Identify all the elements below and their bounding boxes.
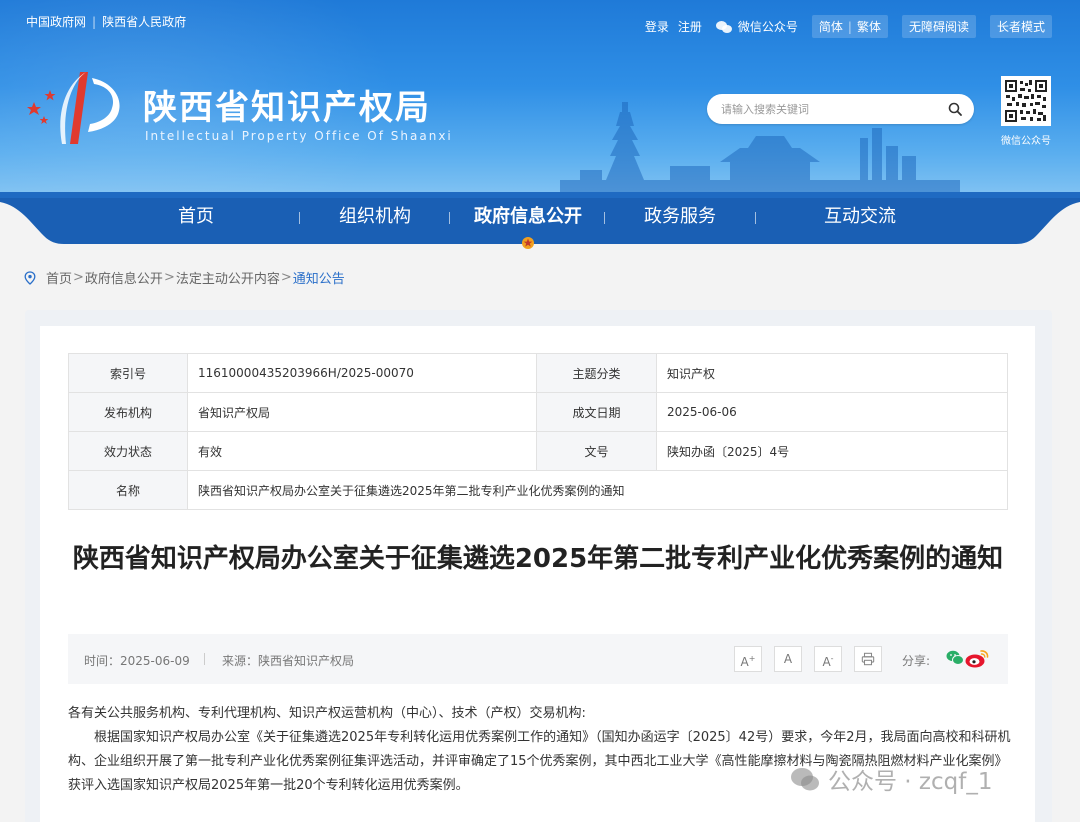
article-info-bar: 时间：2025-06-09 来源：陕西省知识产权局 A+ A A- 分享:: [68, 634, 1008, 684]
breadcrumb-statutory[interactable]: 法定主动公开内容: [176, 268, 280, 287]
site-title[interactable]: 陕西省知识产权局: [143, 80, 431, 129]
breadcrumb: 首页 > 政府信息公开 > 法定主动公开内容 > 通知公告: [24, 268, 345, 287]
date-value: 2025-06-06: [656, 392, 1008, 432]
search-input[interactable]: [721, 100, 931, 118]
topic-value: 知识产权: [656, 353, 1008, 393]
breadcrumb-home[interactable]: 首页: [46, 268, 72, 287]
salutation: 各有关公共服务机构、专利代理机构、知识产权运营机构（中心）、技术（产权）交易机构…: [68, 706, 586, 721]
wechat-watermark-icon: [791, 768, 819, 791]
nav-separator: [449, 212, 450, 224]
elderly-mode-link[interactable]: 长者模式: [989, 15, 1052, 38]
gov-links: 中国政府网 | 陕西省人民政府: [26, 13, 186, 30]
qr-label: 微信公众号: [1001, 136, 1051, 147]
nav-home[interactable]: 首页: [146, 192, 246, 244]
login-link[interactable]: 登录: [645, 18, 669, 35]
article-title: 陕西省知识产权局办公室关于征集遴选2025年第二批专利产业化优秀案例的通知: [72, 544, 1004, 574]
wechat-icon: [715, 20, 732, 33]
docno-label: 文号: [536, 431, 657, 471]
status-value: 有效: [187, 431, 537, 471]
accessible-link[interactable]: 无障碍阅读: [901, 15, 976, 38]
logo-emblem-icon[interactable]: [22, 68, 132, 148]
info-divider: [204, 653, 205, 665]
location-pin-icon: [24, 270, 36, 285]
weibo-share-icon[interactable]: [964, 647, 990, 669]
font-normal-button[interactable]: A: [774, 646, 802, 672]
font-decrease-button[interactable]: A-: [814, 646, 842, 672]
name-value: 陕西省知识产权局办公室关于征集遴选2025年第二批专利产业化优秀案例的通知: [187, 470, 1008, 510]
wechat-share-icon[interactable]: [946, 650, 964, 666]
date-label: 成文日期: [536, 392, 657, 432]
name-label: 名称: [68, 470, 188, 510]
font-decrease-label: A: [822, 655, 831, 669]
nav-organization[interactable]: 组织机构: [320, 192, 430, 244]
font-increase-sign: +: [748, 654, 756, 663]
gov-link-shaanxi[interactable]: 陕西省人民政府: [102, 15, 186, 29]
watermark: 公众号 · zcqf_1: [790, 762, 992, 796]
publisher-label: 发布机构: [68, 392, 188, 432]
nav-separator: [604, 212, 605, 224]
nav-separator: [755, 212, 756, 224]
status-label: 效力状态: [68, 431, 188, 471]
publisher-value: 省知识产权局: [187, 392, 537, 432]
top-bar: 中国政府网 | 陕西省人民政府 登录 注册 微信公众号 简体 | 繁体 无障碍阅读 长者…: [0, 0, 1080, 44]
utility-links: 登录 注册 微信公众号 简体 | 繁体 无障碍阅读 长者模式: [636, 15, 1052, 38]
font-increase-button[interactable]: A+: [734, 646, 762, 672]
index-label: 索引号: [68, 353, 188, 393]
font-decrease-sign: -: [830, 654, 834, 663]
language-switch: 简体 | 繁体: [811, 15, 888, 38]
metadata-table: 索引号 11610000435203966H/2025-00070 主题分类 知…: [68, 353, 1008, 510]
breadcrumb-separator: >: [163, 270, 175, 285]
table-row: 发布机构 省知识产权局 成文日期 2025-06-06: [68, 392, 1008, 432]
site-header: 中国政府网 | 陕西省人民政府 登录 注册 微信公众号 简体 | 繁体 无障碍阅读 长者…: [0, 0, 1080, 192]
wechat-link[interactable]: 微信公众号: [738, 18, 798, 35]
watermark-text: 公众号 · zcqf_1: [828, 769, 993, 795]
print-icon: [861, 652, 875, 666]
print-button[interactable]: [854, 646, 882, 672]
nav-interaction[interactable]: 互动交流: [805, 192, 915, 244]
docno-value: 陕知办函〔2025〕4号: [656, 431, 1008, 471]
active-marker-icon: [522, 237, 534, 249]
table-row: 名称 陕西省知识产权局办公室关于征集遴选2025年第二批专利产业化优秀案例的通知: [68, 470, 1008, 510]
register-link[interactable]: 注册: [678, 18, 702, 35]
table-row: 效力状态 有效 文号 陕知办函〔2025〕4号: [68, 431, 1008, 471]
breadcrumb-separator: >: [280, 270, 292, 285]
breadcrumb-current[interactable]: 通知公告: [293, 268, 345, 287]
index-value: 11610000435203966H/2025-00070: [187, 353, 537, 393]
simplified-link[interactable]: 简体: [819, 20, 843, 34]
breadcrumb-separator: >: [73, 270, 84, 285]
nav-services[interactable]: 政务服务: [630, 192, 730, 244]
topic-label: 主题分类: [536, 353, 657, 393]
font-increase-label: A: [740, 655, 749, 669]
font-normal-label: A: [783, 652, 793, 666]
main-nav: 首页 组织机构 政府信息公开 政务服务 互动交流: [0, 192, 1080, 249]
publish-time: 时间：2025-06-09: [84, 654, 190, 668]
breadcrumb-gov-info[interactable]: 政府信息公开: [85, 268, 163, 287]
search-box: [707, 94, 974, 124]
gov-link-divider: |: [92, 15, 97, 29]
table-row: 索引号 11610000435203966H/2025-00070 主题分类 知…: [68, 353, 1008, 393]
site-subtitle: Intellectual Property Office Of Shaanxi: [145, 129, 453, 143]
share-label: 分享:: [902, 654, 931, 668]
search-icon[interactable]: [948, 102, 962, 116]
article-source: 来源：陕西省知识产权局: [222, 654, 355, 668]
traditional-link[interactable]: 繁体: [857, 20, 881, 34]
nav-separator: [299, 212, 300, 224]
language-divider: |: [847, 20, 852, 34]
gov-link-china[interactable]: 中国政府网: [26, 15, 86, 29]
qr-code-icon[interactable]: [1001, 76, 1051, 126]
